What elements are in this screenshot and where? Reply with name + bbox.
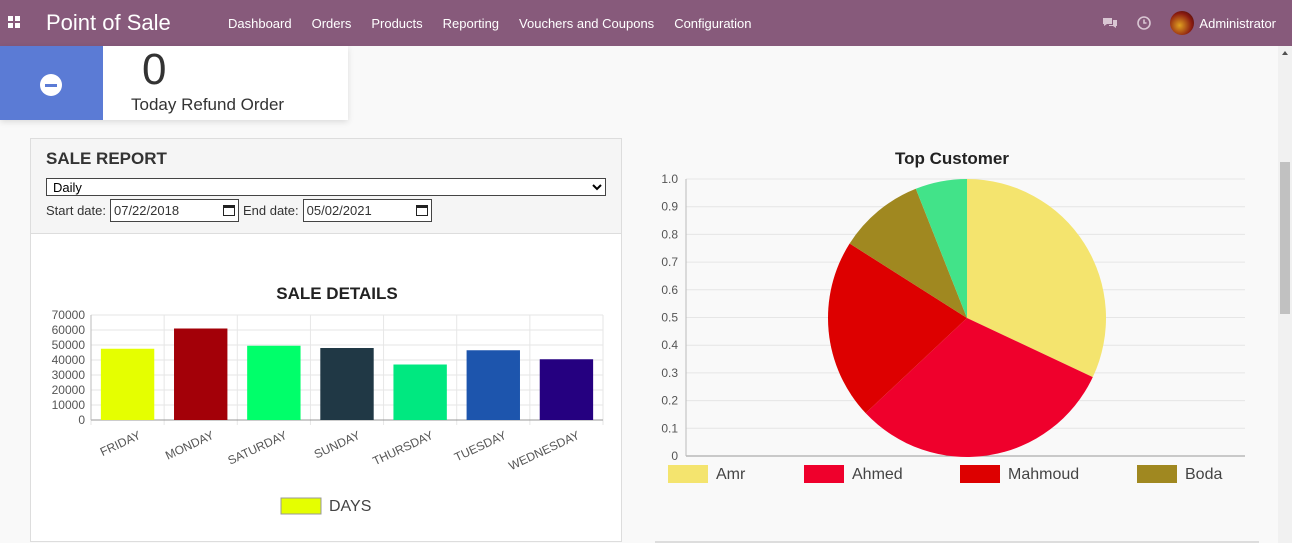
- bar: [247, 345, 301, 420]
- y-tick-label: 40000: [52, 353, 86, 367]
- systray: Administrator: [1102, 0, 1292, 46]
- main-menu: Dashboard Orders Products Reporting Vouc…: [218, 0, 762, 46]
- y-tick-label: 0.8: [661, 227, 678, 241]
- sale-report-title: SALE REPORT: [46, 149, 167, 168]
- y-tick-label: 0.1: [661, 421, 678, 435]
- legend-swatch: [280, 497, 322, 515]
- menu-orders[interactable]: Orders: [302, 16, 362, 31]
- menu-reporting[interactable]: Reporting: [433, 16, 509, 31]
- scrollbar-thumb[interactable]: [1280, 162, 1290, 314]
- x-tick-label: FRIDAY: [98, 428, 143, 459]
- date-range-row: Start date: 07/22/2018 End date: 05/02/2…: [46, 199, 436, 222]
- x-tick-label: SATURDAY: [226, 428, 290, 468]
- app-title[interactable]: Point of Sale: [46, 10, 171, 36]
- bar-chart-title: SALE DETAILS: [276, 284, 398, 303]
- y-tick-label: 20000: [52, 383, 86, 397]
- legend-swatch: [960, 465, 1000, 483]
- bar: [320, 348, 374, 420]
- y-tick-label: 30000: [52, 368, 86, 382]
- legend-label: DAYS: [329, 498, 371, 515]
- end-date-label: End date:: [242, 203, 299, 218]
- refund-order-card: 0 Today Refund Order: [0, 46, 348, 120]
- legend-swatch: [804, 465, 844, 483]
- y-tick-label: 0: [671, 449, 678, 463]
- y-tick-label: 0: [78, 413, 85, 427]
- y-tick-label: 0.3: [661, 366, 678, 380]
- bar: [539, 359, 594, 420]
- y-tick-label: 10000: [52, 398, 86, 412]
- y-tick-label: 0.4: [661, 338, 678, 352]
- y-tick-label: 0.9: [661, 200, 678, 214]
- scroll-up-arrow-icon[interactable]: [1282, 51, 1288, 55]
- end-date-input[interactable]: 05/02/2021: [302, 199, 432, 222]
- y-tick-label: 1.0: [661, 172, 678, 186]
- legend-label: Ahmed: [852, 466, 903, 483]
- chat-icon[interactable]: [1102, 15, 1118, 31]
- y-tick-label: 50000: [52, 338, 86, 352]
- period-select[interactable]: Daily: [46, 178, 606, 196]
- clock-icon[interactable]: [1136, 15, 1152, 31]
- user-menu[interactable]: Administrator: [1199, 16, 1276, 31]
- refund-label: Today Refund Order: [131, 95, 285, 114]
- bar: [393, 364, 447, 420]
- refund-count: 0: [142, 45, 167, 94]
- refund-icon-box: [0, 46, 103, 120]
- calendar-icon[interactable]: [415, 205, 428, 216]
- bar: [466, 350, 520, 420]
- sale-report-panel: SALE REPORT Daily Start date: 07/22/2018…: [30, 138, 622, 542]
- top-customer-chart: Top Customer 0 0.1 0.2 0.3 0.4 0.5 0.6 0.7 0.8 0.9…: [661, 149, 1245, 483]
- start-date-value: 07/22/2018: [113, 203, 180, 218]
- menu-configuration[interactable]: Configuration: [664, 16, 761, 31]
- legend-swatch: [668, 465, 708, 483]
- legend-label: Mahmoud: [1008, 466, 1079, 483]
- calendar-icon[interactable]: [222, 205, 235, 216]
- legend-swatch: [1137, 465, 1177, 483]
- y-tick-label: 0.6: [661, 283, 678, 297]
- y-tick-label: 0.5: [661, 311, 678, 325]
- x-tick-label: WEDNESDAY: [506, 428, 581, 473]
- x-tick-label: MONDAY: [163, 428, 216, 463]
- menu-dashboard[interactable]: Dashboard: [218, 16, 302, 31]
- end-date-value: 05/02/2021: [306, 203, 372, 218]
- bar: [100, 348, 155, 420]
- x-tick-label: THURSDAY: [370, 428, 435, 468]
- x-tick-label: SUNDAY: [312, 428, 362, 461]
- y-tick-label: 0.2: [661, 394, 678, 408]
- x-tick-label: TUESDAY: [452, 428, 508, 464]
- menu-products[interactable]: Products: [361, 16, 432, 31]
- bar: [174, 328, 228, 420]
- start-date-label: Start date:: [46, 203, 106, 218]
- sale-details-chart: SALE DETAILS 0100002000030000400005000060…: [52, 284, 604, 515]
- y-tick-label: 70000: [52, 308, 86, 322]
- legend-label: Boda: [1185, 466, 1222, 483]
- top-navbar: Point of Sale Dashboard Orders Products …: [0, 0, 1292, 46]
- minus-circle-icon: [40, 74, 62, 96]
- menu-vouchers-coupons[interactable]: Vouchers and Coupons: [509, 16, 664, 31]
- apps-menu-icon[interactable]: [8, 16, 20, 28]
- y-tick-label: 60000: [52, 323, 86, 337]
- start-date-input[interactable]: 07/22/2018: [109, 199, 239, 222]
- sale-report-header: SALE REPORT Daily Start date: 07/22/2018…: [31, 139, 621, 234]
- user-avatar[interactable]: [1170, 11, 1195, 35]
- legend-label: Amr: [716, 466, 746, 483]
- pie-chart-title: Top Customer: [895, 149, 1009, 168]
- y-tick-label: 0.7: [661, 255, 678, 269]
